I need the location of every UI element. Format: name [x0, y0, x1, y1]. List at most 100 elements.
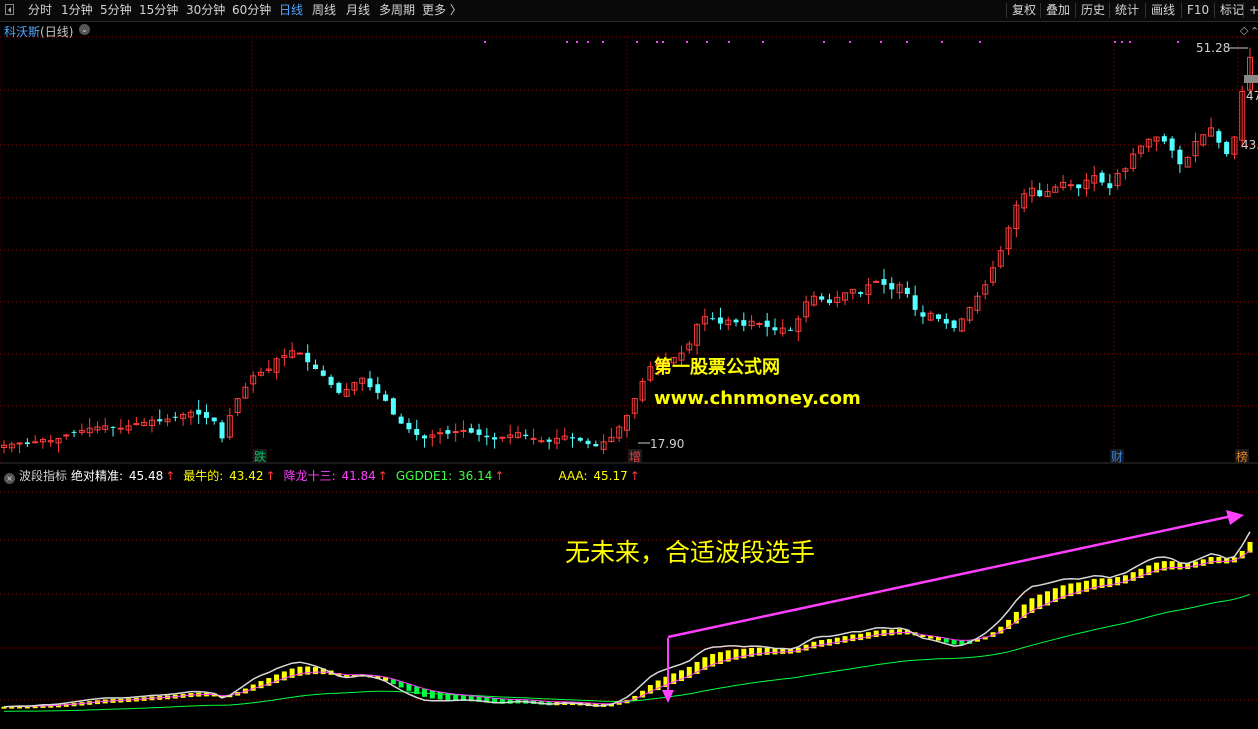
toolbar-divider	[1145, 3, 1146, 18]
candle-body	[904, 287, 910, 294]
indicator-bar	[756, 647, 762, 656]
period-tab-3[interactable]: 15分钟	[139, 0, 178, 21]
close-icon[interactable]: ×	[4, 473, 15, 484]
candle-body	[585, 440, 591, 445]
candle-body	[499, 436, 506, 439]
indicator-item-0: 绝对精准: 45.48 ↑	[71, 467, 177, 484]
signal-dot	[1129, 41, 1131, 43]
signal-dot	[906, 41, 908, 43]
indicator-value: 45.17	[589, 469, 628, 483]
toolbar-divider	[1181, 3, 1182, 18]
indicator-bar	[842, 636, 848, 643]
arrow-up-icon: ↑	[629, 469, 640, 483]
candle-body	[422, 435, 428, 439]
price-cut-label-2: 43.	[1241, 138, 1258, 152]
high-price-label: 51.28	[1196, 41, 1230, 55]
indicator-bar	[1177, 562, 1183, 570]
candle-body	[24, 442, 30, 445]
period-tab-8[interactable]: 月线	[346, 0, 370, 21]
signal-dot	[484, 41, 486, 43]
arrow-up-icon: ↑	[265, 469, 276, 483]
indicator-bar	[865, 632, 871, 639]
indicator-bar	[1192, 561, 1198, 568]
tool-button-3[interactable]: 统计	[1115, 0, 1139, 21]
toolbar-divider	[1109, 3, 1110, 18]
watermark-line1: 第一股票公式网	[654, 357, 780, 378]
indicator-header: × 波段指标 绝对精准: 45.48 ↑ 最牛的: 43.42 ↑ 降龙十三: 41.84 ↑…	[4, 467, 646, 484]
indicator-bar	[764, 647, 770, 655]
indicator-label: AAA:	[558, 469, 588, 483]
period-tab-4[interactable]: 30分钟	[186, 0, 225, 21]
stock-name: 科沃斯	[4, 25, 41, 39]
candle-body	[1037, 190, 1043, 197]
candle-body	[920, 312, 926, 317]
chevron-down-icon[interactable]: ⌄	[79, 24, 90, 35]
signal-dot	[762, 41, 764, 43]
indicator-bar	[305, 666, 311, 675]
toolbar-divider	[1214, 3, 1215, 18]
signal-dot	[602, 41, 604, 43]
tool-button-6[interactable]: 标记	[1220, 0, 1244, 21]
candle-body	[577, 437, 583, 441]
candle-body	[772, 327, 778, 331]
indicator-bar	[881, 629, 887, 636]
stock-period: (日线)	[40, 25, 74, 39]
indicator-bar	[1200, 559, 1206, 566]
signal-dot	[979, 41, 981, 43]
tool-button-2[interactable]: 历史	[1081, 0, 1105, 21]
tool-button-7[interactable]: +	[1249, 0, 1258, 21]
period-tab-2[interactable]: 5分钟	[100, 0, 132, 21]
indicator-bar	[873, 630, 879, 638]
candle-body	[320, 370, 326, 376]
period-tab-5[interactable]: 60分钟	[232, 0, 271, 21]
indicator-value: 41.84	[337, 469, 376, 483]
chevron-up-icon: ⌃	[1250, 25, 1258, 38]
candle-body	[593, 444, 599, 447]
period-tab-0[interactable]: 分时	[28, 0, 52, 21]
diamond-icon: ◇	[1240, 24, 1249, 37]
indicator-bar	[858, 633, 864, 641]
indicator-name: 波段指标	[19, 469, 68, 483]
indicator-bar	[1216, 557, 1222, 564]
tool-button-0[interactable]: 复权	[1012, 0, 1036, 21]
indicator-bar	[826, 639, 832, 646]
indicator-bar	[951, 639, 957, 645]
watermark-line2: www.chnmoney.com	[654, 388, 861, 409]
indicator-label: 绝对精准:	[71, 469, 124, 483]
candle-body	[313, 364, 318, 370]
candle-body	[1224, 141, 1230, 155]
tool-button-4[interactable]: 画线	[1151, 0, 1175, 21]
candle-body	[390, 398, 396, 415]
tool-button-5[interactable]: F10	[1187, 0, 1209, 21]
period-tab-6[interactable]: 日线	[279, 0, 303, 21]
period-tab-10[interactable]: 更多 〉	[422, 0, 462, 21]
indicator-bar	[772, 648, 778, 655]
candle-body	[414, 429, 420, 435]
signal-dot	[686, 41, 688, 43]
signal-dot	[566, 41, 568, 43]
candle-body	[717, 317, 723, 324]
indicator-value: 43.42	[225, 469, 264, 483]
collapse-panel-icon[interactable]	[5, 4, 14, 15]
period-tab-9[interactable]: 多周期	[379, 0, 415, 21]
toolbar-divider	[1243, 3, 1244, 18]
indicator-bar	[889, 629, 895, 636]
candle-body	[172, 416, 178, 418]
candle-body	[733, 319, 739, 323]
tool-button-1[interactable]: 叠加	[1046, 0, 1070, 21]
price-tag-marker	[1244, 75, 1258, 83]
indicator-values: 绝对精准: 45.48 ↑ 最牛的: 43.42 ↑ 降龙十三: 41.84 ↑ GGDDE…	[71, 469, 644, 483]
indicator-bar	[819, 639, 825, 647]
candle-body	[452, 431, 459, 434]
candle-body	[1076, 184, 1082, 189]
signal-dot	[880, 41, 882, 43]
candle-body	[858, 292, 864, 294]
period-tab-1[interactable]: 1分钟	[61, 0, 93, 21]
indicator-item-1: 最牛的: 43.42 ↑	[183, 467, 277, 484]
candle-body	[1099, 172, 1105, 183]
candle-body	[375, 384, 381, 393]
period-tab-7[interactable]: 周线	[312, 0, 336, 21]
candle-body	[110, 426, 116, 428]
signal-dot	[823, 41, 825, 43]
candle-body	[546, 439, 552, 442]
